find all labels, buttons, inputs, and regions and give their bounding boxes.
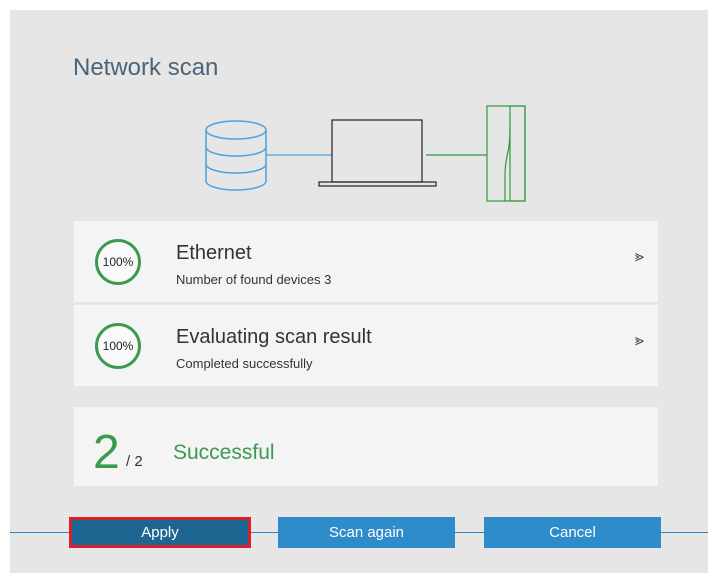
progress-label: 100% <box>102 339 134 353</box>
step-subtitle: Number of found devices 3 <box>176 272 332 287</box>
network-scan-dialog: Network scan 100% Ethernet Number of fou… <box>10 10 708 573</box>
network-diagram <box>205 105 526 202</box>
result-status: Successful <box>173 441 275 464</box>
apply-button[interactable]: Apply <box>69 517 251 548</box>
expand-chevron-icon[interactable]: ⪢ <box>635 249 644 265</box>
scan-result: 2 / 2 Successful <box>74 407 658 486</box>
database-icon <box>205 120 267 191</box>
step-title: Ethernet <box>176 242 252 264</box>
step-evaluating[interactable]: 100% Evaluating scan result Completed su… <box>74 305 658 386</box>
laptop-icon <box>318 119 437 187</box>
step-subtitle: Completed successfully <box>176 356 313 371</box>
progress-label: 100% <box>102 255 134 269</box>
progress-ring: 100% <box>95 239 141 285</box>
expand-chevron-icon[interactable]: ⪢ <box>635 333 644 349</box>
step-ethernet[interactable]: 100% Ethernet Number of found devices 3 … <box>74 221 658 302</box>
device-icon <box>486 105 526 202</box>
cancel-button[interactable]: Cancel <box>484 517 661 548</box>
result-total: / 2 <box>126 453 143 470</box>
progress-ring: 100% <box>95 323 141 369</box>
scan-again-button[interactable]: Scan again <box>278 517 455 548</box>
step-title: Evaluating scan result <box>176 326 372 348</box>
result-count: 2 <box>93 426 120 479</box>
